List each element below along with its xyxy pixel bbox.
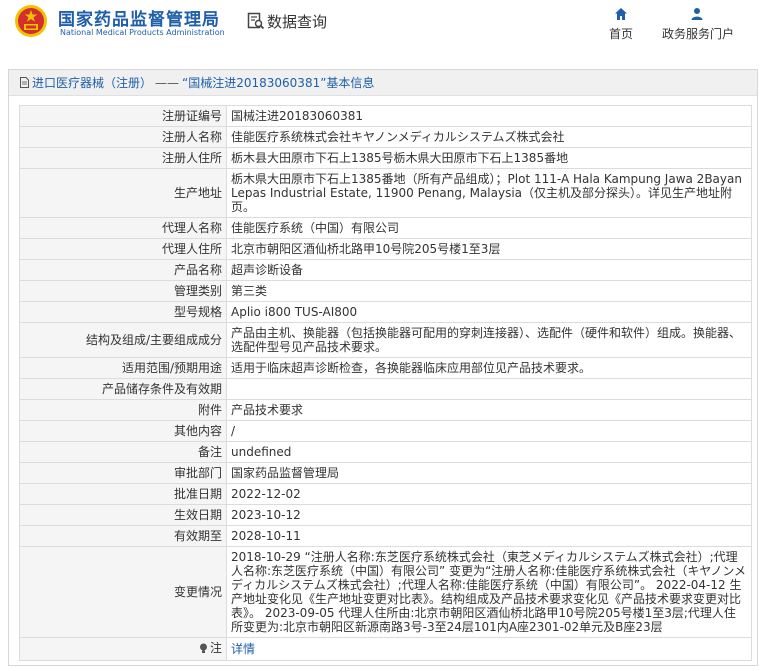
row-value: 2022-12-02 [226, 483, 752, 505]
table-row: 注册证编号 国械注进20183060381 [19, 105, 752, 127]
table-row: 审批部门 国家药品监督管理局 [19, 462, 752, 484]
row-value: 栃木県大田原市下石上1385番地（所有产品组成）；Plot 111-A Hala… [226, 168, 752, 218]
site-header: 国家药品监督管理局 National Medical Products Admi… [0, 0, 764, 52]
row-label: 注册人住所 [19, 147, 227, 169]
row-value: 国械注进20183060381 [226, 105, 752, 127]
table-row: 生产地址 栃木県大田原市下石上1385番地（所有产品组成）；Plot 111-A … [19, 168, 752, 218]
detail-link[interactable]: 详情 [231, 642, 255, 656]
document-icon [20, 77, 29, 88]
table-row: 变更情况 2018-10-29 “注册人名称:东芝医疗系统株式会社（東芝メディカル… [19, 546, 752, 638]
table-row: 其他内容 / [19, 420, 752, 442]
breadcrumb-separator: —— [155, 75, 180, 90]
nav-service-label: 政务服务门户 [662, 27, 735, 41]
table-row: 备注 undefined [19, 441, 752, 463]
nav-service-portal[interactable]: 政务服务门户 [662, 7, 735, 42]
row-label: 管理类别 [19, 280, 227, 302]
table-row: 注册人名称 佳能医疗系统株式会社キヤノンメディカルシステムズ株式会社 [19, 126, 752, 148]
table-row: 生效日期 2023-10-12 [19, 504, 752, 526]
breadcrumb-category[interactable]: 进口医疗器械（注册） [32, 74, 152, 91]
user-icon [691, 8, 703, 20]
row-label: 型号规格 [19, 301, 227, 323]
table-row: 型号规格 Aplio i800 TUS-AI800 [19, 301, 752, 323]
table-row: 产品名称 超声诊断设备 [19, 259, 752, 281]
row-value: 2028-10-11 [226, 525, 752, 547]
lightbulb-icon [199, 643, 207, 653]
table-row: 代理人住所 北京市朝阳区酒仙桥北路甲10号院205号楼1至3层 [19, 238, 752, 260]
breadcrumb-current: “国械注进20183060381”基本信息 [182, 76, 375, 90]
row-label: 备注 [19, 441, 227, 463]
row-label: 结构及组成/主要组成成分 [19, 322, 227, 358]
org-name-en: National Medical Products Administration [60, 28, 225, 37]
row-value: 第三类 [226, 280, 752, 302]
row-value: 2023-10-12 [226, 504, 752, 526]
row-value: 北京市朝阳区酒仙桥北路甲10号院205号楼1至3层 [226, 238, 752, 260]
row-label: 代理人名称 [19, 217, 227, 239]
table-row: 结构及组成/主要组成成分 产品由主机、换能器（包括换能器可配用的穿刺连接器）、选配… [19, 322, 752, 358]
row-label: 生效日期 [19, 504, 227, 526]
registration-info-table: 注册证编号 国械注进20183060381 注册人名称 佳能医疗系统株式会社キヤノン… [19, 105, 752, 661]
row-label: 其他内容 [19, 420, 227, 442]
data-query-label: 数据查询 [267, 12, 328, 31]
data-query-link[interactable]: 数据查询 [247, 11, 327, 31]
row-label: 审批部门 [19, 462, 227, 484]
row-value: undefined [226, 441, 752, 463]
national-emblem-icon [15, 5, 47, 37]
note-value-cell: 详情 [226, 637, 752, 661]
table-row: 管理类别 第三类 [19, 280, 752, 302]
row-value: 产品由主机、换能器（包括换能器可配用的穿刺连接器）、选配件（硬件和软件）组成。换… [226, 322, 752, 358]
note-label-text: 注 [209, 641, 222, 655]
row-label: 注册证编号 [19, 105, 227, 127]
info-panel: 进口医疗器械（注册） —— “国械注进20183060381”基本信息 注册证编… [8, 69, 758, 666]
table-row: 产品储存条件及有效期 [19, 378, 752, 400]
table-row: 适用范围/预期用途 适用于临床超声诊断检查，各换能器临床应用部位见产品技术要求。 [19, 357, 752, 379]
table-row: 有效期至 2028-10-11 [19, 525, 752, 547]
row-label: 代理人住所 [19, 238, 227, 260]
row-value: 国家药品监督管理局 [226, 462, 752, 484]
row-value: 佳能医疗系统（中国）有限公司 [226, 217, 752, 239]
note-row: 注 详情 [19, 637, 752, 661]
row-value: 适用于临床超声诊断检查，各换能器临床应用部位见产品技术要求。 [226, 357, 752, 379]
row-label: 批准日期 [19, 483, 227, 505]
row-label: 产品名称 [19, 259, 227, 281]
row-value: 产品技术要求 [226, 399, 752, 421]
row-value [226, 378, 752, 400]
table-row: 附件 产品技术要求 [19, 399, 752, 421]
home-icon [615, 8, 627, 20]
row-label: 变更情况 [19, 546, 227, 638]
row-value: 栃木县大田原市下石上1385号栃木県大田原市下石上1385番地 [226, 147, 752, 169]
row-label: 附件 [19, 399, 227, 421]
note-label: 注 [199, 641, 222, 655]
row-value: 佳能医疗系统株式会社キヤノンメディカルシステムズ株式会社 [226, 126, 752, 148]
note-label-cell: 注 [19, 637, 227, 661]
org-name-cn: 国家药品监督管理局 [58, 10, 220, 30]
row-value: / [226, 420, 752, 442]
row-label: 适用范围/预期用途 [19, 357, 227, 379]
table-row: 代理人名称 佳能医疗系统（中国）有限公司 [19, 217, 752, 239]
table-row: 注册人住所 栃木县大田原市下石上1385号栃木県大田原市下石上1385番地 [19, 147, 752, 169]
table-row: 批准日期 2022-12-02 [19, 483, 752, 505]
nav-home[interactable]: 首页 [586, 7, 656, 42]
row-value: Aplio i800 TUS-AI800 [226, 301, 752, 323]
row-label: 有效期至 [19, 525, 227, 547]
search-document-icon [247, 12, 265, 30]
row-label: 注册人名称 [19, 126, 227, 148]
breadcrumb: 进口医疗器械（注册） —— “国械注进20183060381”基本信息 [9, 70, 757, 96]
row-label: 生产地址 [19, 168, 227, 218]
row-label: 产品储存条件及有效期 [19, 378, 227, 400]
row-value: 2018-10-29 “注册人名称:东芝医疗系统株式会社（東芝メディカルシステム… [226, 546, 752, 638]
row-value: 超声诊断设备 [226, 259, 752, 281]
nav-home-label: 首页 [608, 27, 633, 41]
